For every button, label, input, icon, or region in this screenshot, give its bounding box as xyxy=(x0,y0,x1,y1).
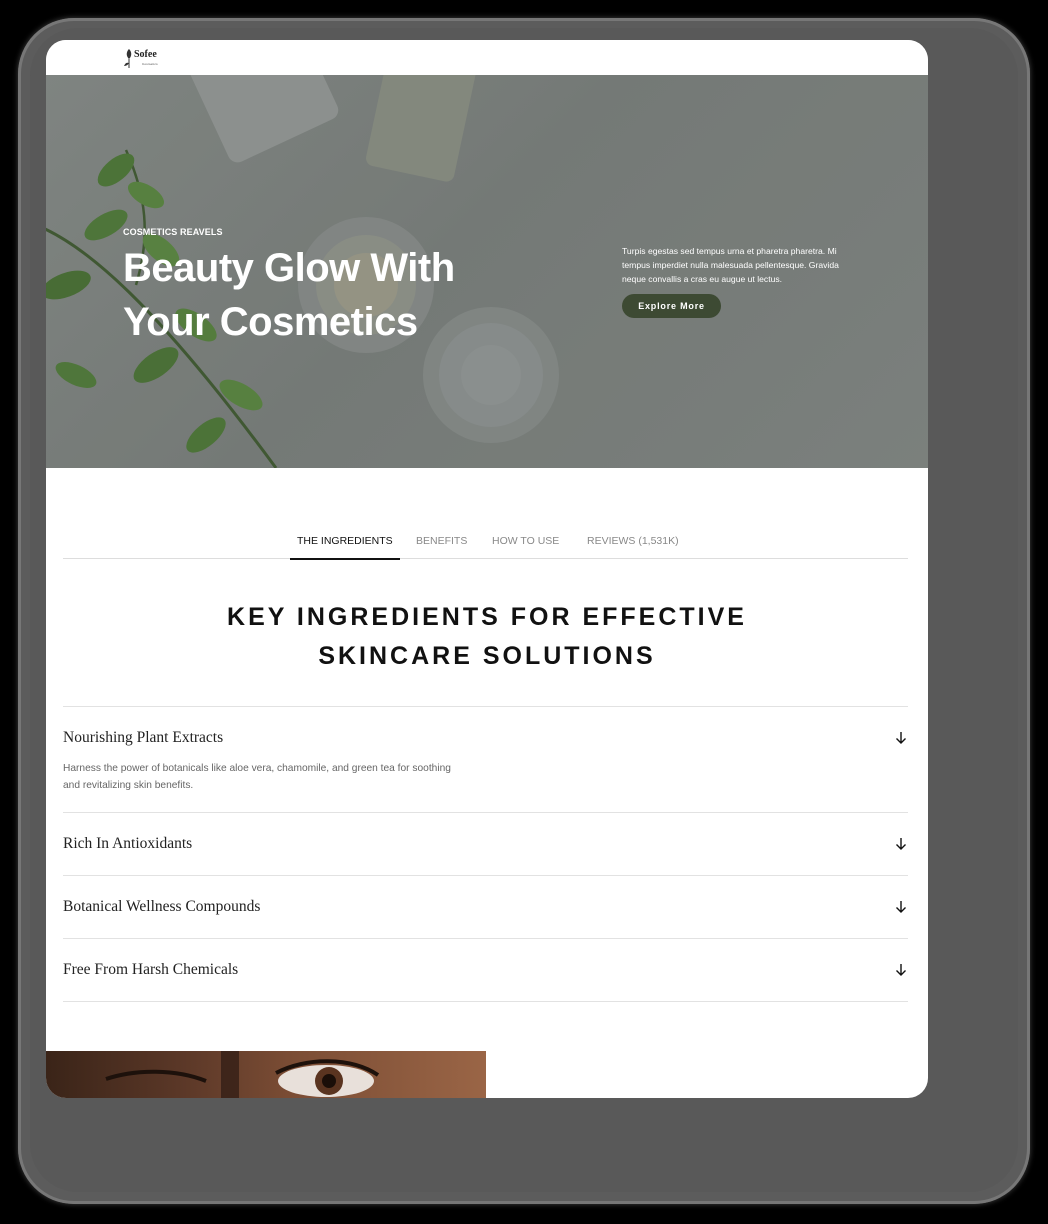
accordion-title[interactable]: Free From Harsh Chemicals xyxy=(63,961,238,979)
accordion-item[interactable]: Botanical Wellness Compounds xyxy=(63,875,908,939)
hero-description: Turpis egestas sed tempus urna et pharet… xyxy=(622,246,839,284)
accordion-title[interactable]: Nourishing Plant Extracts xyxy=(63,729,223,747)
tab-benefits[interactable]: BENEFITS xyxy=(416,527,467,558)
tab-ingredients[interactable]: THE INGREDIENTS xyxy=(290,527,400,560)
accordion-divider xyxy=(63,1001,908,1002)
arrow-down-icon[interactable] xyxy=(894,731,908,745)
arrow-down-icon[interactable] xyxy=(894,963,908,977)
hero-title: Beauty Glow With Your Cosmetics xyxy=(123,241,543,349)
browser-screen: Sofee Cosmetics COSMETICS REAVELS Beauty… xyxy=(46,40,928,1098)
model-face-image xyxy=(46,1051,486,1098)
arrow-down-icon[interactable] xyxy=(894,837,908,851)
accordion-body: Harness the power of botanicals like alo… xyxy=(63,763,451,791)
accordion-item[interactable]: Rich In Antioxidants xyxy=(63,812,908,876)
logo[interactable]: Sofee Cosmetics xyxy=(123,47,165,69)
hero-title-line-1: Beauty Glow With xyxy=(123,246,455,290)
accordion-item[interactable]: Free From Harsh Chemicals xyxy=(63,938,908,1002)
accordion-title[interactable]: Rich In Antioxidants xyxy=(63,835,192,853)
face-eyes-graphic xyxy=(105,1051,380,1098)
hero-banner: COSMETICS REAVELS Beauty Glow With Your … xyxy=(46,75,928,468)
logo-name: Sofee xyxy=(134,49,157,60)
site-header: Sofee Cosmetics xyxy=(46,40,928,75)
accordion-item[interactable]: Nourishing Plant Extracts Harness the po… xyxy=(63,706,908,813)
section-title-line-1: KEY INGREDIENTS FOR EFFECTIVE xyxy=(227,603,747,631)
explore-more-button[interactable]: Explore More xyxy=(622,294,721,318)
section-title: KEY INGREDIENTS FOR EFFECTIVE SKINCARE S… xyxy=(46,598,928,676)
section-title-line-2: SKINCARE SOLUTIONS xyxy=(318,642,656,670)
tab-how-to-use[interactable]: HOW TO USE xyxy=(492,527,559,558)
accordion-title[interactable]: Botanical Wellness Compounds xyxy=(63,898,260,916)
hero-title-line-2: Your Cosmetics xyxy=(123,300,418,344)
product-tabs: THE INGREDIENTS BENEFITS HOW TO USE REVI… xyxy=(63,527,908,560)
tab-reviews[interactable]: REVIEWS (1,531K) xyxy=(587,527,679,558)
hero-eyebrow: COSMETICS REAVELS xyxy=(123,227,223,237)
logo-tagline: Cosmetics xyxy=(142,62,158,66)
arrow-down-icon[interactable] xyxy=(894,900,908,914)
